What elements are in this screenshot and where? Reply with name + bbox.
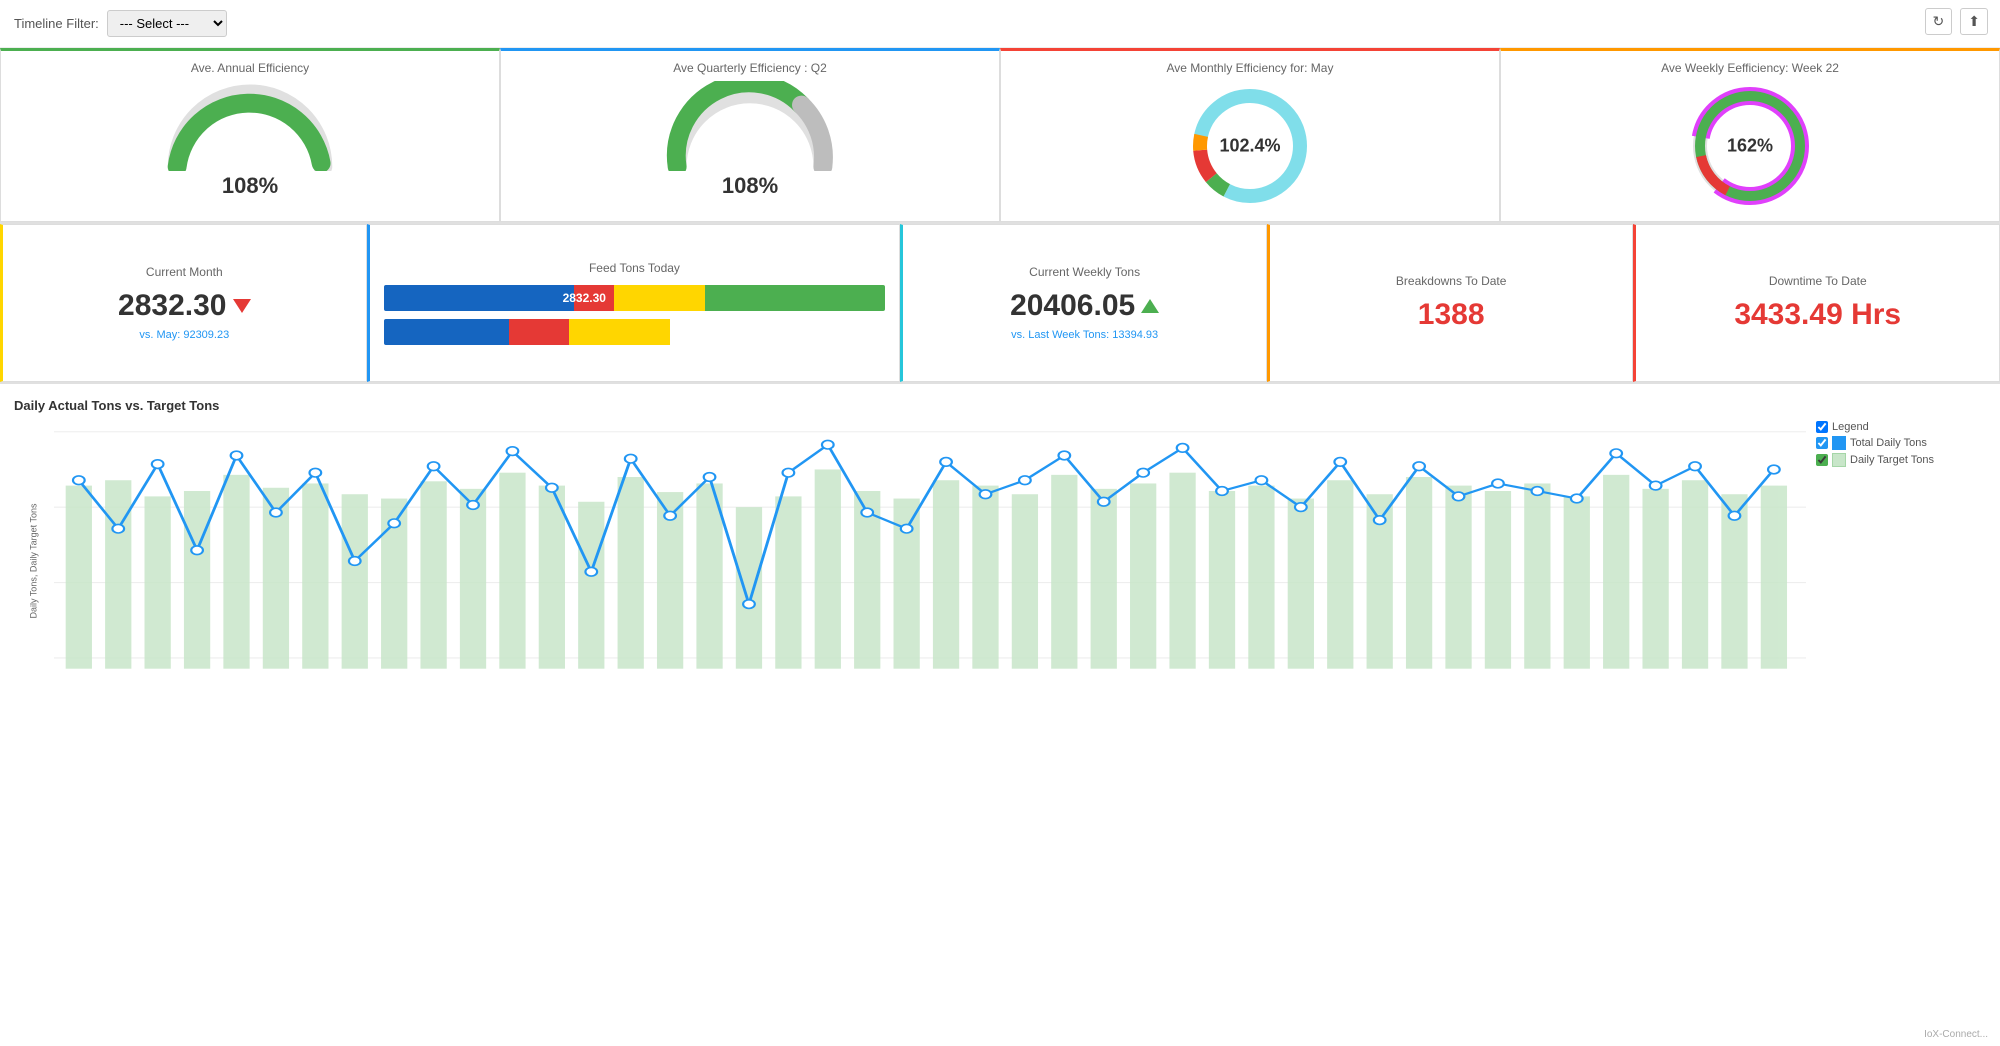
donut-gauge-monthly: 102.4%: [1185, 81, 1315, 211]
stat-breakdowns: Breakdowns To Date 1388: [1267, 224, 1634, 382]
stat-weekly-tons-title: Current Weekly Tons: [1029, 265, 1140, 279]
bar-blue: [384, 285, 575, 311]
legend-target-label: Daily Target Tons: [1850, 454, 1934, 466]
arrow-down-icon: [233, 299, 251, 313]
gauge-weekly: Ave Weekly Eefficiency: Week 22 162%: [1500, 48, 2000, 222]
bar-red-2: [509, 319, 569, 345]
stat-breakdowns-title: Breakdowns To Date: [1396, 274, 1507, 288]
bar-green: [705, 285, 886, 311]
stat-feed-tons-title: Feed Tons Today: [589, 261, 680, 275]
top-bar: Timeline Filter: --- Select ---: [0, 0, 2000, 48]
stat-current-month: Current Month 2832.30 vs. May: 92309.23: [0, 224, 367, 382]
gauge-quarterly: Ave Quarterly Efficiency : Q2 108%: [500, 48, 1000, 222]
timeline-label: Timeline Filter:: [14, 16, 99, 31]
bar-yellow: [614, 285, 704, 311]
feed-tons-bar: 2832.30: [384, 285, 886, 345]
stats-row: Current Month 2832.30 vs. May: 92309.23 …: [0, 224, 2000, 384]
timeline-select[interactable]: --- Select ---: [107, 10, 227, 37]
semi-gauge-quarterly: [660, 81, 840, 171]
gauge-weekly-value: 162%: [1727, 136, 1773, 157]
stat-breakdowns-value: 1388: [1418, 298, 1485, 332]
stat-weekly-tons-subtext: vs. Last Week Tons: 13394.93: [1011, 329, 1158, 341]
legend-target-checkbox[interactable]: [1816, 454, 1828, 466]
main-chart: 4000 3000 2000: [54, 421, 1806, 701]
bar-yellow-2: [569, 319, 669, 345]
semi-gauge-annual: [160, 81, 340, 171]
gauge-quarterly-title: Ave Quarterly Efficiency : Q2: [511, 61, 989, 75]
donut-gauge-weekly: 162%: [1685, 81, 1815, 211]
legend-total-daily: Total Daily Tons: [1816, 436, 1986, 450]
refresh-button[interactable]: ↻: [1925, 8, 1953, 35]
bar-blue-2: [384, 319, 509, 345]
bar-value-label: 2832.30: [563, 291, 606, 305]
gauge-quarterly-value: 108%: [511, 173, 989, 199]
stat-current-month-value: 2832.30: [118, 289, 250, 323]
y-axis-label: Daily Tons, Daily Target Tons: [29, 503, 39, 618]
legend-label: Legend: [1832, 421, 1869, 433]
stat-feed-tons: Feed Tons Today 2832.30: [367, 224, 901, 382]
stat-downtime-title: Downtime To Date: [1769, 274, 1867, 288]
legend-target-daily: Daily Target Tons: [1816, 453, 1986, 467]
stat-downtime-value: 3433.49 Hrs: [1734, 298, 1901, 332]
gauge-annual-title: Ave. Annual Efficiency: [11, 61, 489, 75]
gauge-monthly-value: 102.4%: [1219, 136, 1280, 157]
export-button[interactable]: ⬆: [1960, 8, 1988, 35]
stat-current-month-title: Current Month: [146, 265, 223, 279]
gauge-monthly: Ave Monthly Efficiency for: May 102.4%: [1000, 48, 1500, 222]
chart-section: Daily Actual Tons vs. Target Tons Daily …: [0, 384, 2000, 715]
legend-checkbox[interactable]: [1816, 421, 1828, 433]
gauge-annual: Ave. Annual Efficiency 108%: [0, 48, 500, 222]
chart-legend: Legend Total Daily Tons Daily Target Ton…: [1816, 421, 1986, 470]
gauge-row: Ave. Annual Efficiency 108% Ave Quarterl…: [0, 48, 2000, 224]
gauge-monthly-title: Ave Monthly Efficiency for: May: [1011, 61, 1489, 75]
legend-total-label: Total Daily Tons: [1850, 437, 1927, 449]
brand-footer: IoX-Connect...: [1924, 1029, 1988, 1040]
stat-weekly-tons: Current Weekly Tons 20406.05 vs. Last We…: [900, 224, 1267, 382]
feed-tons-bar-bottom: [384, 319, 886, 345]
gauge-weekly-title: Ave Weekly Eefficiency: Week 22: [1511, 61, 1989, 75]
stat-weekly-tons-value: 20406.05: [1010, 289, 1159, 323]
chart-title: Daily Actual Tons vs. Target Tons: [14, 398, 1986, 413]
arrow-up-icon: [1141, 299, 1159, 313]
stat-current-month-subtext: vs. May: 92309.23: [139, 329, 229, 341]
legend-total-checkbox[interactable]: [1816, 437, 1828, 449]
feed-tons-bar-top: 2832.30: [384, 285, 886, 311]
gauge-annual-value: 108%: [11, 173, 489, 199]
stat-downtime: Downtime To Date 3433.49 Hrs: [1633, 224, 2000, 382]
legend-title: Legend: [1816, 421, 1986, 433]
